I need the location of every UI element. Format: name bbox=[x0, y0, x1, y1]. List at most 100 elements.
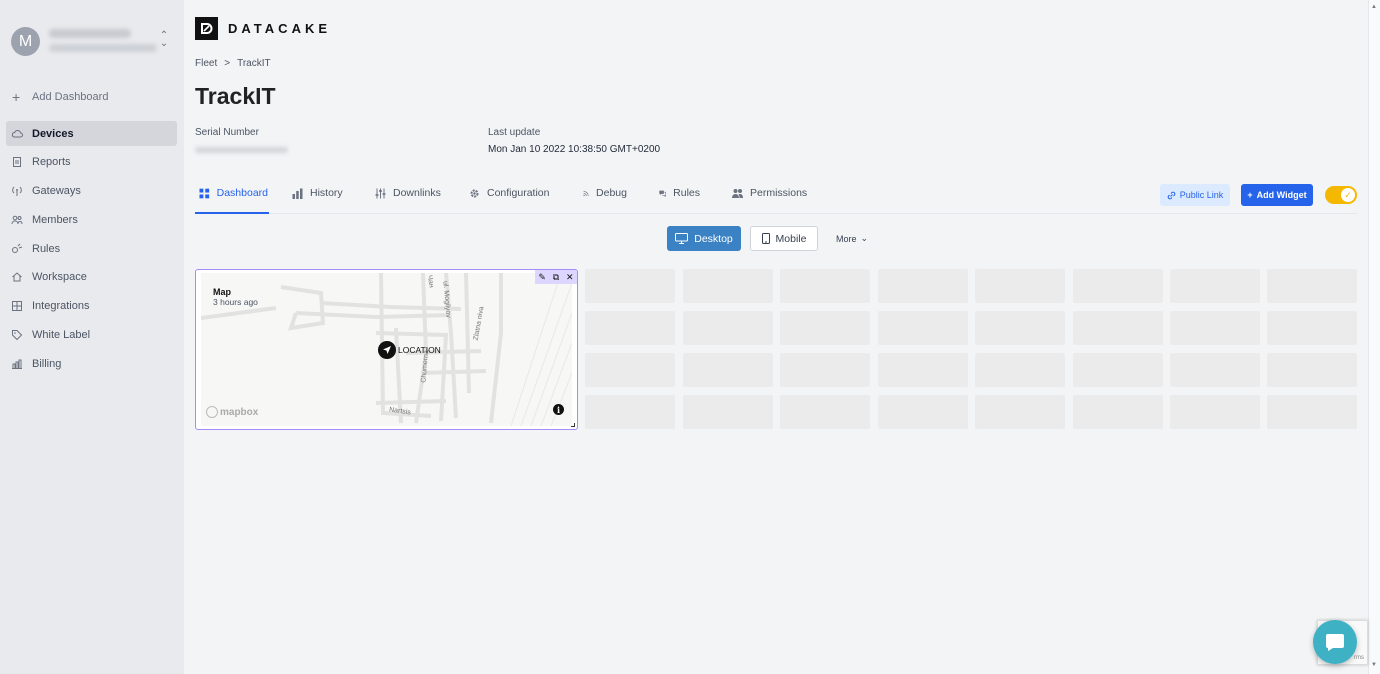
map-widget[interactable]: Map 3 hours ago Chumerna ul. Mogilyov Zl… bbox=[195, 269, 578, 430]
scroll-down-icon[interactable]: ▼ bbox=[1371, 662, 1377, 668]
breadcrumb-current: TrackIT bbox=[237, 58, 271, 69]
mapbox-logo[interactable]: mapbox bbox=[206, 406, 258, 418]
empty-grid-cell bbox=[1170, 395, 1260, 429]
breadcrumb-fleet[interactable]: Fleet bbox=[195, 58, 217, 69]
info-icon[interactable]: i bbox=[553, 404, 564, 415]
widget-timestamp: 3 hours ago bbox=[213, 297, 258, 307]
document-icon bbox=[13, 157, 21, 168]
empty-grid-cell bbox=[1267, 311, 1357, 345]
sidebar-item-gateways[interactable]: Gateways bbox=[6, 179, 177, 204]
sidebar-item-billing[interactable]: Billing bbox=[6, 351, 177, 376]
empty-grid-cell bbox=[1073, 353, 1163, 387]
close-icon[interactable]: ✕ bbox=[566, 272, 574, 283]
sidebar-item-members[interactable]: Members bbox=[6, 207, 177, 232]
empty-grid-cell bbox=[878, 353, 968, 387]
empty-grid-cell bbox=[878, 395, 968, 429]
empty-grid-cell bbox=[1170, 311, 1260, 345]
chevron-down-icon: ⌄ bbox=[860, 233, 869, 243]
datacake-logo[interactable]: DATACAKE bbox=[195, 17, 331, 40]
more-dropdown[interactable]: More ⌄ bbox=[836, 233, 868, 244]
empty-grid-cell bbox=[683, 353, 773, 387]
phone-icon bbox=[761, 233, 770, 244]
sidebar-item-reports[interactable]: Reports bbox=[6, 150, 177, 175]
chevron-up-down-icon[interactable]: ⌃ ⌄ bbox=[159, 31, 169, 49]
empty-grid-cell bbox=[1073, 311, 1163, 345]
scrollbar[interactable] bbox=[1368, 0, 1380, 674]
empty-grid-cell bbox=[780, 395, 870, 429]
sidebar-item-label: Reports bbox=[32, 156, 71, 169]
sidebar-item-label: Rules bbox=[32, 242, 61, 255]
plus-icon: + bbox=[1247, 190, 1253, 200]
rules-icon bbox=[12, 243, 23, 253]
sidebar-item-devices[interactable]: Devices bbox=[6, 121, 177, 146]
billing-icon bbox=[12, 359, 22, 369]
empty-grid-cell bbox=[878, 311, 968, 345]
account-switcher[interactable]: M ⌃ ⌄ bbox=[11, 26, 176, 58]
empty-grid-cell bbox=[683, 269, 773, 303]
empty-grid-cell bbox=[878, 269, 968, 303]
sidebar-item-white-label[interactable]: White Label bbox=[6, 323, 177, 348]
cloud-icon bbox=[11, 129, 23, 137]
tab-configuration[interactable]: Configuration bbox=[445, 180, 555, 206]
empty-grid-cell bbox=[683, 311, 773, 345]
last-update-value: Mon Jan 10 2022 10:38:50 GMT+0200 bbox=[488, 144, 661, 155]
public-link-button[interactable]: Public Link bbox=[1160, 184, 1230, 206]
scroll-up-icon[interactable]: ▲ bbox=[1371, 4, 1377, 10]
pencil-icon[interactable]: ✎ bbox=[538, 272, 546, 283]
tab-debug[interactable]: Debug bbox=[555, 180, 631, 206]
tab-downlinks[interactable]: Downlinks bbox=[351, 180, 445, 206]
users-icon bbox=[11, 215, 23, 224]
sidebar-item-rules[interactable]: Rules bbox=[6, 236, 177, 261]
sidebar-item-integrations[interactable]: Integrations bbox=[6, 294, 177, 319]
widget-title: Map bbox=[213, 287, 231, 297]
empty-grid-cell bbox=[975, 311, 1065, 345]
tab-dashboard[interactable]: Dashboard bbox=[195, 180, 272, 206]
tab-permissions[interactable]: Permissions bbox=[704, 180, 814, 206]
empty-grid-cell bbox=[1267, 353, 1357, 387]
empty-grid-cell bbox=[1267, 395, 1357, 429]
empty-grid-cell bbox=[585, 395, 675, 429]
resize-handle[interactable] bbox=[571, 423, 575, 427]
desktop-view-button[interactable]: Desktop bbox=[667, 226, 741, 251]
add-widget-button[interactable]: + Add Widget bbox=[1241, 184, 1313, 206]
sidebar-item-label: White Label bbox=[32, 329, 91, 342]
edit-mode-toggle[interactable]: ✓ bbox=[1325, 186, 1357, 204]
tab-label: Dashboard bbox=[216, 187, 268, 199]
empty-grid-cell bbox=[780, 311, 870, 345]
tab-rules[interactable]: Rules bbox=[631, 180, 704, 206]
location-marker[interactable] bbox=[378, 341, 396, 359]
location-label: LOCATION bbox=[398, 345, 441, 355]
active-tab-indicator bbox=[195, 212, 269, 214]
empty-grid-cell bbox=[975, 269, 1065, 303]
user-email-redacted bbox=[49, 44, 157, 52]
serial-number-redacted bbox=[195, 147, 288, 153]
chat-launcher-button[interactable] bbox=[1313, 620, 1357, 664]
brand-name: DATACAKE bbox=[228, 21, 332, 36]
empty-grid-cell bbox=[780, 269, 870, 303]
breadcrumb: Fleet > TrackIT bbox=[195, 58, 271, 69]
rss-icon bbox=[583, 190, 589, 196]
breadcrumb-separator: > bbox=[224, 58, 231, 69]
empty-grid-cell bbox=[975, 395, 1065, 429]
empty-grid-cell bbox=[780, 353, 870, 387]
sidebar-item-workspace[interactable]: Workspace bbox=[6, 265, 177, 290]
add-dashboard-button[interactable]: + Add Dashboard bbox=[12, 89, 108, 105]
tab-history[interactable]: History bbox=[272, 180, 351, 206]
mapbox-icon bbox=[206, 406, 218, 418]
sidebar-item-label: Gateways bbox=[32, 185, 81, 198]
tab-label: History bbox=[310, 187, 343, 199]
users-icon bbox=[732, 188, 743, 198]
navigation-arrow-icon bbox=[383, 346, 391, 354]
mobile-view-button[interactable]: Mobile bbox=[750, 226, 818, 251]
sidebar-nav: Devices Reports Gateways Members Rules W… bbox=[6, 121, 177, 380]
grid-icon bbox=[199, 188, 210, 198]
empty-grid-cell bbox=[585, 311, 675, 345]
copy-icon[interactable]: ⧉ bbox=[553, 272, 559, 283]
more-label: More bbox=[836, 233, 857, 244]
avatar: M bbox=[11, 27, 40, 56]
sidebar-item-label: Workspace bbox=[32, 271, 87, 284]
chat-icon bbox=[659, 190, 667, 197]
tab-label: Configuration bbox=[487, 187, 550, 199]
tab-label: Downlinks bbox=[393, 187, 441, 199]
sidebar-item-label: Devices bbox=[32, 127, 74, 140]
